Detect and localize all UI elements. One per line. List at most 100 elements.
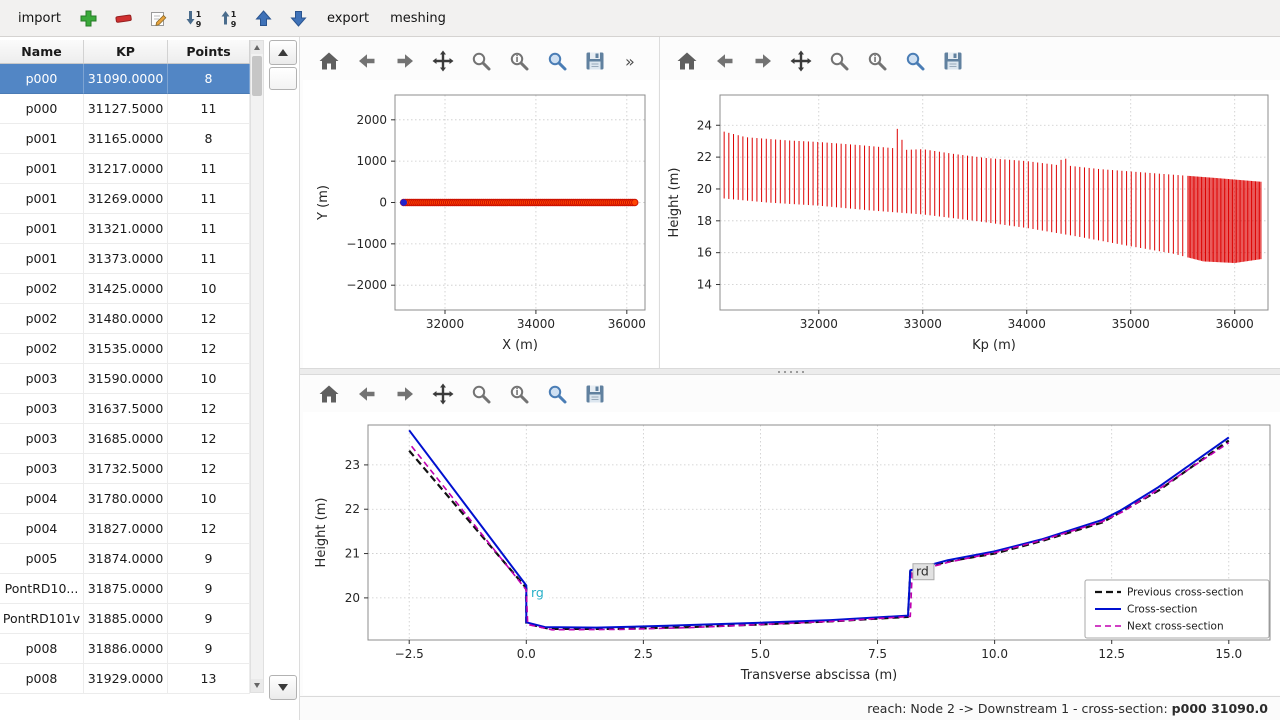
move-down-icon[interactable] <box>288 7 310 29</box>
table-row[interactable]: p00831929.000013 <box>0 664 250 694</box>
table-row[interactable]: p00031090.00008 <box>0 64 250 94</box>
svg-text:14: 14 <box>697 278 712 292</box>
svg-text:Transverse abscissa (m): Transverse abscissa (m) <box>740 668 898 683</box>
zoom-icon[interactable] <box>466 380 495 408</box>
table-row[interactable]: p00231535.000012 <box>0 334 250 364</box>
table-row[interactable]: p00131321.000011 <box>0 214 250 244</box>
cell-points: 11 <box>168 184 250 214</box>
panel-scroll-down-button[interactable] <box>269 675 297 700</box>
customize-icon[interactable] <box>542 380 571 408</box>
scroll-up-button[interactable] <box>251 41 263 54</box>
table-row[interactable]: p00231480.000012 <box>0 304 250 334</box>
subplots-icon[interactable]: i <box>504 380 533 408</box>
table-row[interactable]: p00331637.500012 <box>0 394 250 424</box>
customize-icon[interactable] <box>900 47 929 75</box>
subplots-icon[interactable]: i <box>504 47 533 75</box>
column-header-points[interactable]: Points <box>168 40 250 63</box>
plan-view-toolbar: i» <box>314 45 638 77</box>
pan-icon[interactable] <box>786 47 815 75</box>
cell-kp: 31217.0000 <box>84 154 168 184</box>
svg-text:36000: 36000 <box>608 317 646 331</box>
sort-ascending-icon[interactable]: 19 <box>183 7 205 29</box>
toolbar-overflow-chevron[interactable]: » <box>622 52 638 71</box>
cell-name: p003 <box>0 454 84 484</box>
zoom-icon[interactable] <box>824 47 853 75</box>
remove-icon[interactable] <box>113 7 135 29</box>
save-icon[interactable] <box>580 380 609 408</box>
cross-section-chart[interactable]: −2.50.02.55.07.510.012.515.020212223Tran… <box>303 412 1280 695</box>
table-row[interactable]: p00131269.000011 <box>0 184 250 214</box>
customize-icon[interactable] <box>542 47 571 75</box>
table-row[interactable]: p00531874.00009 <box>0 544 250 574</box>
svg-text:9: 9 <box>231 20 237 29</box>
move-up-icon[interactable] <box>253 7 275 29</box>
back-icon[interactable] <box>352 380 381 408</box>
svg-text:i: i <box>873 55 876 65</box>
table-row[interactable]: p00131217.000011 <box>0 154 250 184</box>
import-button[interactable]: import <box>14 8 65 29</box>
edit-icon[interactable] <box>148 7 170 29</box>
table-row[interactable]: p00431780.000010 <box>0 484 250 514</box>
cell-points: 12 <box>168 454 250 484</box>
svg-text:Kp (m): Kp (m) <box>972 338 1016 353</box>
svg-text:Y (m): Y (m) <box>316 185 331 221</box>
cell-kp: 31269.0000 <box>84 184 168 214</box>
scrollbar-thumb[interactable] <box>252 56 262 96</box>
svg-text:32000: 32000 <box>800 317 838 331</box>
export-button[interactable]: export <box>323 8 373 29</box>
back-icon[interactable] <box>352 47 381 75</box>
save-icon[interactable] <box>580 47 609 75</box>
forward-icon[interactable] <box>748 47 777 75</box>
home-icon[interactable] <box>314 47 343 75</box>
home-icon[interactable] <box>314 380 343 408</box>
table-row[interactable]: p00331590.000010 <box>0 364 250 394</box>
status-bar: reach: Node 2 -> Downstream 1 - cross-se… <box>300 696 1280 720</box>
panel-scrollbar-thumb[interactable] <box>269 67 297 90</box>
table-row[interactable]: p00431827.000012 <box>0 514 250 544</box>
table-row[interactable]: PontRD101v31885.00009 <box>0 604 250 634</box>
sort-descending-icon[interactable]: 19 <box>218 7 240 29</box>
column-header-kp[interactable]: KP <box>84 40 168 63</box>
svg-text:7.5: 7.5 <box>868 647 887 661</box>
table-scrollbar[interactable] <box>250 40 264 693</box>
svg-text:2000: 2000 <box>356 113 387 127</box>
panel-scroll-up-button[interactable] <box>269 40 297 65</box>
pan-icon[interactable] <box>428 47 457 75</box>
panel-scrollbar[interactable] <box>269 40 298 700</box>
cell-name: p008 <box>0 634 84 664</box>
zoom-icon[interactable] <box>466 47 495 75</box>
longitudinal-profile-chart[interactable]: 3200033000340003500036000141618202224Kp … <box>660 80 1280 368</box>
table-row[interactable]: p00031127.500011 <box>0 94 250 124</box>
svg-text:9: 9 <box>196 20 202 29</box>
cell-name: p001 <box>0 154 84 184</box>
table-row[interactable]: p00131165.00008 <box>0 124 250 154</box>
scroll-down-button[interactable] <box>251 679 263 692</box>
add-icon[interactable] <box>78 7 100 29</box>
table-row[interactable]: PontRD10...31875.00009 <box>0 574 250 604</box>
forward-icon[interactable] <box>390 47 419 75</box>
home-icon[interactable] <box>672 47 701 75</box>
cell-name: p002 <box>0 304 84 334</box>
back-icon[interactable] <box>710 47 739 75</box>
pan-icon[interactable] <box>428 380 457 408</box>
cell-kp: 31885.0000 <box>84 604 168 634</box>
table-row[interactable]: p00231425.000010 <box>0 274 250 304</box>
svg-text:Next cross-section: Next cross-section <box>1127 621 1224 633</box>
cell-name: PontRD10... <box>0 574 84 604</box>
save-icon[interactable] <box>938 47 967 75</box>
cell-points: 12 <box>168 394 250 424</box>
meshing-button[interactable]: meshing <box>386 8 450 29</box>
table-row[interactable]: p00131373.000011 <box>0 244 250 274</box>
cross-sections-panel: NameKPPoints p00031090.00008p00031127.50… <box>0 37 300 720</box>
cross-section-toolbar: i <box>314 378 609 410</box>
subplots-icon[interactable]: i <box>862 47 891 75</box>
table-row[interactable]: p00331685.000012 <box>0 424 250 454</box>
svg-text:5.0: 5.0 <box>751 647 770 661</box>
horizontal-splitter[interactable] <box>300 368 1280 375</box>
forward-icon[interactable] <box>390 380 419 408</box>
column-header-name[interactable]: Name <box>0 40 84 63</box>
table-row[interactable]: p00831886.00009 <box>0 634 250 664</box>
plan-view-chart[interactable]: 320003400036000−2000−1000010002000X (m)Y… <box>303 80 658 368</box>
cell-kp: 31127.5000 <box>84 94 168 124</box>
table-row[interactable]: p00331732.500012 <box>0 454 250 484</box>
